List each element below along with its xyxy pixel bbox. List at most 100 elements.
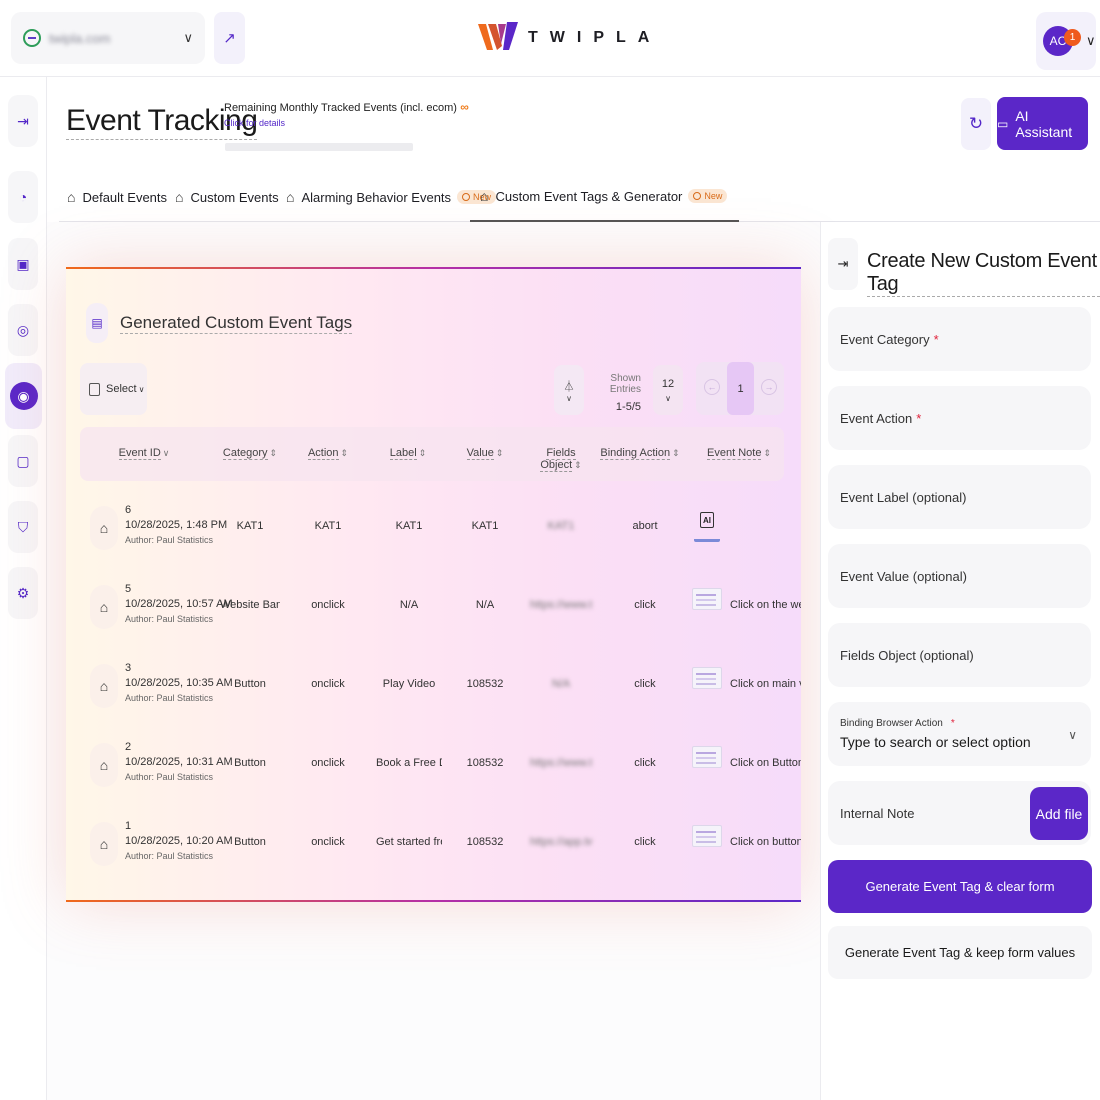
- select-dropdown[interactable]: Select ∨: [80, 363, 147, 415]
- tab-label: Custom Event Tags & Generator: [495, 188, 683, 204]
- column-label: Binding Action: [600, 447, 671, 460]
- cell-value: 108532: [466, 678, 504, 690]
- sort-icon: ⇕: [418, 448, 427, 458]
- new-badge-icon: [693, 192, 702, 200]
- cell-binding: click: [634, 757, 656, 769]
- select-all-checkbox[interactable]: [89, 382, 100, 396]
- sidebar-item-ecommerce[interactable]: ▣: [8, 238, 38, 290]
- event-date: 10/28/2025, 10:57 AM: [125, 598, 233, 610]
- cell-action: onclick: [311, 599, 345, 611]
- sidebar-item-dashboard[interactable]: ◔: [8, 171, 38, 223]
- generated-tags-card: ▤ Generated Custom Event Tags Select ∨ ⏃…: [66, 267, 801, 902]
- refresh-button[interactable]: ↻: [961, 98, 991, 150]
- entries-label: Shown Entries: [609, 373, 641, 395]
- column-label: Label: [389, 447, 417, 460]
- tab-label: Custom Events: [190, 189, 279, 205]
- table-row[interactable]: ⌂ 1 10/28/2025, 10:20 AM Author: Paul Stati…: [80, 798, 801, 877]
- event-action-field[interactable]: Event Action *: [828, 386, 1091, 450]
- event-value-field[interactable]: Event Value (optional): [828, 544, 1091, 608]
- tab-bar: ⌂ Default Events ⌂ Custom Events ⌂ Alarm…: [59, 172, 1100, 222]
- current-page[interactable]: 1: [727, 362, 754, 415]
- refresh-icon: ↻: [968, 114, 984, 133]
- sort-icon: ⇕: [495, 448, 504, 458]
- column-header-category[interactable]: Category ⇕: [220, 447, 280, 460]
- filter-button[interactable]: ⏃ ∨: [554, 365, 584, 415]
- event-category-field[interactable]: Event Category *: [828, 307, 1091, 371]
- badge-label: New: [704, 191, 723, 201]
- sidebar-item-feedback[interactable]: ▢: [8, 435, 38, 487]
- event-label-field[interactable]: Event Label (optional): [828, 465, 1091, 529]
- quota-details-link[interactable]: Click for details: [224, 118, 469, 128]
- generate-keep-button[interactable]: Generate Event Tag & keep form values: [828, 926, 1092, 979]
- field-label: Binding Browser Action: [840, 718, 943, 729]
- field-label: Internal Note: [840, 805, 915, 821]
- table-row[interactable]: ⌂ 5 10/28/2025, 10:57 AM Author: Paul Stati…: [80, 561, 801, 640]
- sidebar-item-settings[interactable]: ⚙: [8, 567, 38, 619]
- tab-alarming-behavior-events[interactable]: ⌂ Alarming Behavior Events New: [286, 172, 497, 222]
- sort-icon: ⇕: [340, 448, 349, 458]
- table-row[interactable]: ⌂ 2 10/28/2025, 10:31 AM Author: Paul Stati…: [80, 719, 801, 798]
- column-label: Action: [307, 447, 339, 460]
- sidebar-item-event-tracking[interactable]: ◉: [5, 363, 42, 429]
- cell-fields: N/A: [551, 678, 571, 690]
- row-meta: 6 10/28/2025, 1:48 PM Author: Paul Statist…: [125, 503, 227, 548]
- select-label: Binding Browser Action *: [840, 718, 955, 729]
- tab-custom-event-tags-generator[interactable]: ⌂ Custom Event Tags & Generator New: [470, 172, 740, 222]
- chevron-down-icon: ∨: [162, 448, 170, 458]
- cell-binding: abort: [632, 520, 658, 532]
- column-header-value[interactable]: Value ⇕: [455, 447, 515, 460]
- ai-icon: AI: [700, 512, 714, 528]
- cell-category: Button: [234, 836, 266, 848]
- screenshot-thumbnail[interactable]: [692, 588, 722, 610]
- prev-page-button[interactable]: ←: [704, 379, 720, 395]
- column-header-binding-action[interactable]: Binding Action ⇕: [600, 447, 680, 460]
- tab-custom-events[interactable]: ⌂ Custom Events: [175, 172, 279, 222]
- sidebar-item-analytics[interactable]: ◎: [8, 304, 38, 356]
- table-toggle-button[interactable]: ▤: [86, 303, 108, 343]
- ai-note-button[interactable]: AI: [694, 504, 720, 542]
- add-file-button[interactable]: Add file: [1030, 787, 1088, 840]
- binding-browser-action-select[interactable]: Binding Browser Action * Type to search o…: [828, 702, 1091, 766]
- row-meta: 2 10/28/2025, 10:31 AM Author: Paul Statis…: [125, 740, 233, 785]
- column-header-action[interactable]: Action ⇕: [298, 447, 358, 460]
- ai-assistant-button[interactable]: ▭ AI Assistant: [997, 97, 1088, 150]
- tab-label: Alarming Behavior Events: [301, 189, 452, 205]
- screenshot-thumbnail[interactable]: [692, 825, 722, 847]
- screenshot-thumbnail[interactable]: [692, 667, 722, 689]
- cell-fields: https://www.tw...: [530, 757, 592, 769]
- select-placeholder: Type to search or select option: [840, 734, 1031, 750]
- tab-label: Default Events: [82, 189, 168, 205]
- generate-clear-button[interactable]: Generate Event Tag & clear form: [828, 860, 1092, 913]
- panel-collapse-button[interactable]: ⇥: [828, 238, 858, 290]
- screenshot-thumbnail[interactable]: [692, 746, 722, 768]
- field-label: Event Category: [840, 331, 930, 347]
- cell-value: 108532: [466, 757, 504, 769]
- table-row[interactable]: ⌂ 6 10/28/2025, 1:48 PM Author: Paul Statis…: [80, 482, 801, 561]
- user-menu[interactable]: AC 1 ∨: [1036, 12, 1096, 70]
- field-label: Fields Object (optional): [840, 647, 974, 663]
- column-header-event-id[interactable]: Event ID ∨: [114, 447, 174, 460]
- tab-default-events[interactable]: ⌂ Default Events: [67, 172, 167, 222]
- required-mark: *: [916, 410, 922, 426]
- column-header-event-note[interactable]: Event Note ⇕: [704, 447, 774, 460]
- ai-assistant-label: AI Assistant: [1015, 107, 1073, 140]
- column-label: Event Note: [707, 447, 762, 460]
- cell-binding: click: [634, 599, 656, 611]
- sidebar-item-privacy[interactable]: ⛉: [8, 501, 38, 553]
- sidebar-expand-button[interactable]: ⇥: [8, 95, 38, 147]
- signal-icon: ◎: [16, 321, 30, 338]
- table-row[interactable]: ⌂ 3 10/28/2025, 10:35 AM Author: Paul Stati…: [80, 640, 801, 719]
- column-header-label[interactable]: Label ⇕: [378, 447, 438, 460]
- event-id: 1: [125, 820, 132, 832]
- next-page-button[interactable]: →: [761, 379, 777, 395]
- gear-icon: ⚙: [16, 584, 30, 601]
- cell-category: Button: [234, 678, 266, 690]
- column-header-fields-object[interactable]: Fields Object ⇕: [527, 447, 595, 472]
- per-page-select[interactable]: 12 ∨: [653, 365, 683, 415]
- site-selector[interactable]: twipla.com ∨: [11, 12, 205, 64]
- event-date: 10/28/2025, 10:35 AM: [125, 677, 233, 689]
- external-link-button[interactable]: ↗: [214, 12, 245, 64]
- fields-object-field[interactable]: Fields Object (optional): [828, 623, 1091, 687]
- chevron-down-icon: ∨: [1068, 728, 1077, 742]
- cell-binding: click: [634, 678, 656, 690]
